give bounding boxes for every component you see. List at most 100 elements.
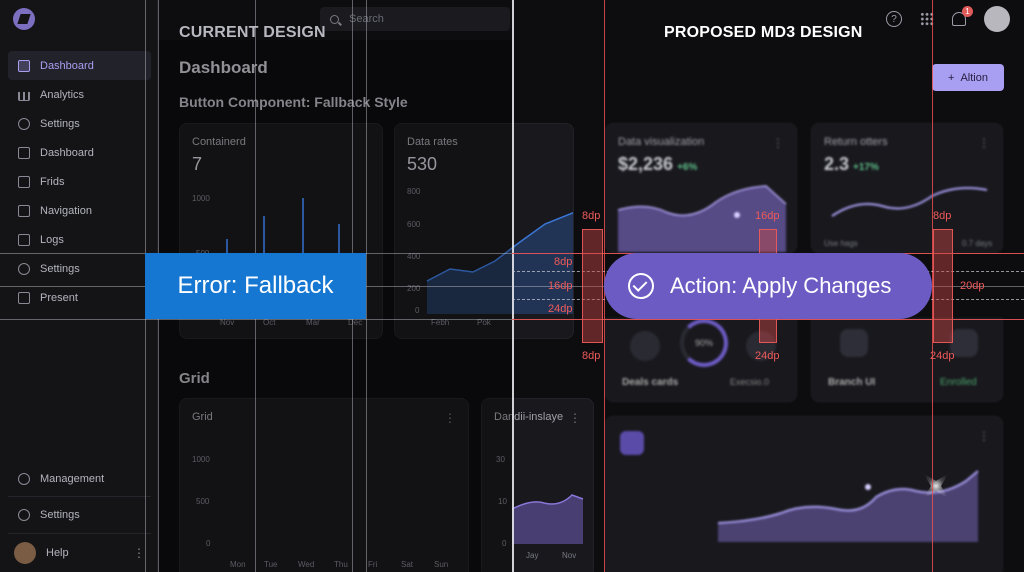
card-title: Grid	[192, 411, 213, 423]
sidebar-item-label: Logs	[40, 233, 64, 246]
gear-icon	[18, 262, 30, 275]
sidebar-item-label: Settings	[40, 262, 80, 275]
status-badge: Enrolled	[940, 377, 977, 388]
x-tick: Sun	[434, 560, 449, 569]
x-tick: Wed	[298, 560, 315, 569]
branch-icon	[840, 329, 868, 357]
bell-icon[interactable]: 1	[952, 6, 973, 26]
x-tick: Thu	[334, 560, 348, 569]
more-vert-icon[interactable]: ⋮	[444, 411, 456, 425]
y-tick: 0	[206, 539, 211, 548]
x-tick: Nov	[562, 551, 577, 560]
search-icon	[330, 14, 339, 24]
altion-button[interactable]: + Altion	[932, 64, 1004, 91]
dp-label: 8dp	[582, 350, 601, 362]
sidebar-bottom: Management Settings Help ⋮	[8, 464, 151, 567]
apply-changes-button[interactable]: Action: Apply Changes	[604, 253, 932, 319]
user-avatar	[14, 541, 36, 564]
topbar-actions: ? 1	[886, 6, 1010, 32]
sidebar-item-label: Settings	[40, 117, 80, 130]
sidebar-item-label: Present	[40, 291, 78, 304]
x-tick: Fri	[368, 560, 378, 569]
sidebar-item-settings[interactable]: Settings	[8, 109, 151, 138]
more-vert-icon[interactable]: ⋮	[133, 546, 145, 560]
deals-label: Deals cards	[622, 377, 679, 388]
logs-icon	[18, 233, 30, 246]
spacing-marker-right	[933, 229, 953, 343]
card-footer-right: 0.7 days	[962, 239, 993, 248]
card-branch-ui: Branch UI Enrolled	[811, 318, 1003, 402]
x-tick: Sat	[401, 560, 414, 569]
list-icon	[18, 204, 30, 217]
y-tick: 500	[196, 497, 210, 506]
profile-avatar[interactable]	[984, 6, 1010, 32]
present-icon	[18, 291, 30, 304]
sidebar-item-navigation[interactable]: Navigation	[8, 196, 151, 225]
error-fallback-label: Error: Fallback	[177, 272, 334, 299]
sidebar-item-label: Navigation	[40, 204, 92, 217]
sidebar-item-present[interactable]: Present	[8, 283, 151, 312]
help-icon[interactable]: ?	[886, 11, 902, 27]
x-tick: Jay	[526, 551, 539, 560]
dp-label: 20dp	[960, 280, 985, 292]
y-tick: 1000	[192, 455, 210, 464]
card-return-otters: Return otters ⋮ 2.3 +17% Use hags 0.7 day…	[811, 123, 1003, 253]
dp-label: 24dp	[755, 350, 780, 362]
dp-label: 8dp	[554, 256, 573, 268]
search-icon	[18, 472, 30, 485]
dp-label: 16dp	[755, 210, 780, 222]
dashboard-icon	[18, 59, 30, 72]
spacing-marker-left	[582, 229, 603, 343]
sidebar-item-management[interactable]: Management	[8, 464, 151, 493]
dp-label: 16dp	[548, 280, 573, 292]
section-title-button-component: Button Component: Fallback Style	[179, 94, 408, 110]
error-fallback-button[interactable]: Error: Fallback	[145, 253, 366, 319]
sidebar-item-label: Analytics	[40, 88, 85, 101]
progress-ring: 90%	[680, 319, 728, 367]
sidebar-item-label: Help	[46, 546, 69, 559]
sidebar-item-settings-2[interactable]: Settings	[8, 254, 151, 283]
card-data-rates: Data rates 530 800 600 400 200 0 Febh Po…	[394, 123, 574, 339]
gear-icon	[18, 117, 30, 130]
screen: Dashboard Analytics Settings Dashboard F…	[0, 0, 1024, 572]
document-icon	[18, 146, 30, 159]
plus-icon: +	[948, 71, 955, 84]
sidebar-item-settings-bottom[interactable]: Settings	[8, 500, 151, 529]
dp-label: 8dp	[933, 210, 952, 222]
sidebar-item-label: Settings	[40, 508, 80, 521]
notification-badge: 1	[962, 6, 973, 17]
sidebar-item-frids[interactable]: Frids	[8, 167, 151, 196]
sidebar-item-label: Dashboard	[40, 146, 94, 159]
sidebar-item-label: Dashboard	[40, 59, 94, 72]
sidebar-item-label: Management	[40, 472, 105, 485]
card-dandii: Dandii-inslaye ⋮ 30 10 0 Jay Nov	[481, 398, 594, 572]
section-title-grid: Grid	[179, 370, 210, 387]
gear-icon	[18, 508, 30, 521]
x-tick: Tue	[264, 560, 278, 569]
dp-label: 8dp	[582, 210, 601, 222]
sidebar-item-dashboard[interactable]: Dashboard	[8, 51, 151, 80]
sidebar-nav: Dashboard Analytics Settings Dashboard F…	[8, 51, 151, 312]
return-otters-line-chart	[831, 187, 988, 217]
apply-changes-label: Action: Apply Changes	[670, 273, 892, 298]
analytics-icon	[18, 88, 30, 101]
sidebar-item-analytics[interactable]: Analytics	[8, 80, 151, 109]
proposed-design-heading: PROPOSED MD3 DESIGN	[664, 24, 863, 41]
altion-button-label: Altion	[960, 71, 988, 84]
dp-label: 24dp	[930, 350, 955, 362]
sidebar-item-logs[interactable]: Logs	[8, 225, 151, 254]
search-input[interactable]: Search	[320, 7, 510, 31]
card-grid: Grid ⋮ 1000 500 0 Mon Tue Wed Thu Fri Sa…	[179, 398, 469, 572]
deals-right-label: Execsio.0	[730, 377, 770, 387]
app-logo[interactable]	[13, 8, 35, 30]
card-footer-left: Use hags	[824, 239, 858, 248]
sidebar-item-dashboard-2[interactable]: Dashboard	[8, 138, 151, 167]
deals-icon	[630, 331, 660, 361]
x-tick: Mon	[230, 560, 246, 569]
current-design-heading: CURRENT DESIGN	[179, 24, 326, 41]
folder-icon	[18, 175, 30, 188]
branch-label: Branch UI	[828, 377, 876, 388]
dp-label: 24dp	[548, 303, 573, 315]
check-circle-icon	[628, 273, 654, 299]
sidebar-item-help[interactable]: Help ⋮	[8, 538, 151, 567]
